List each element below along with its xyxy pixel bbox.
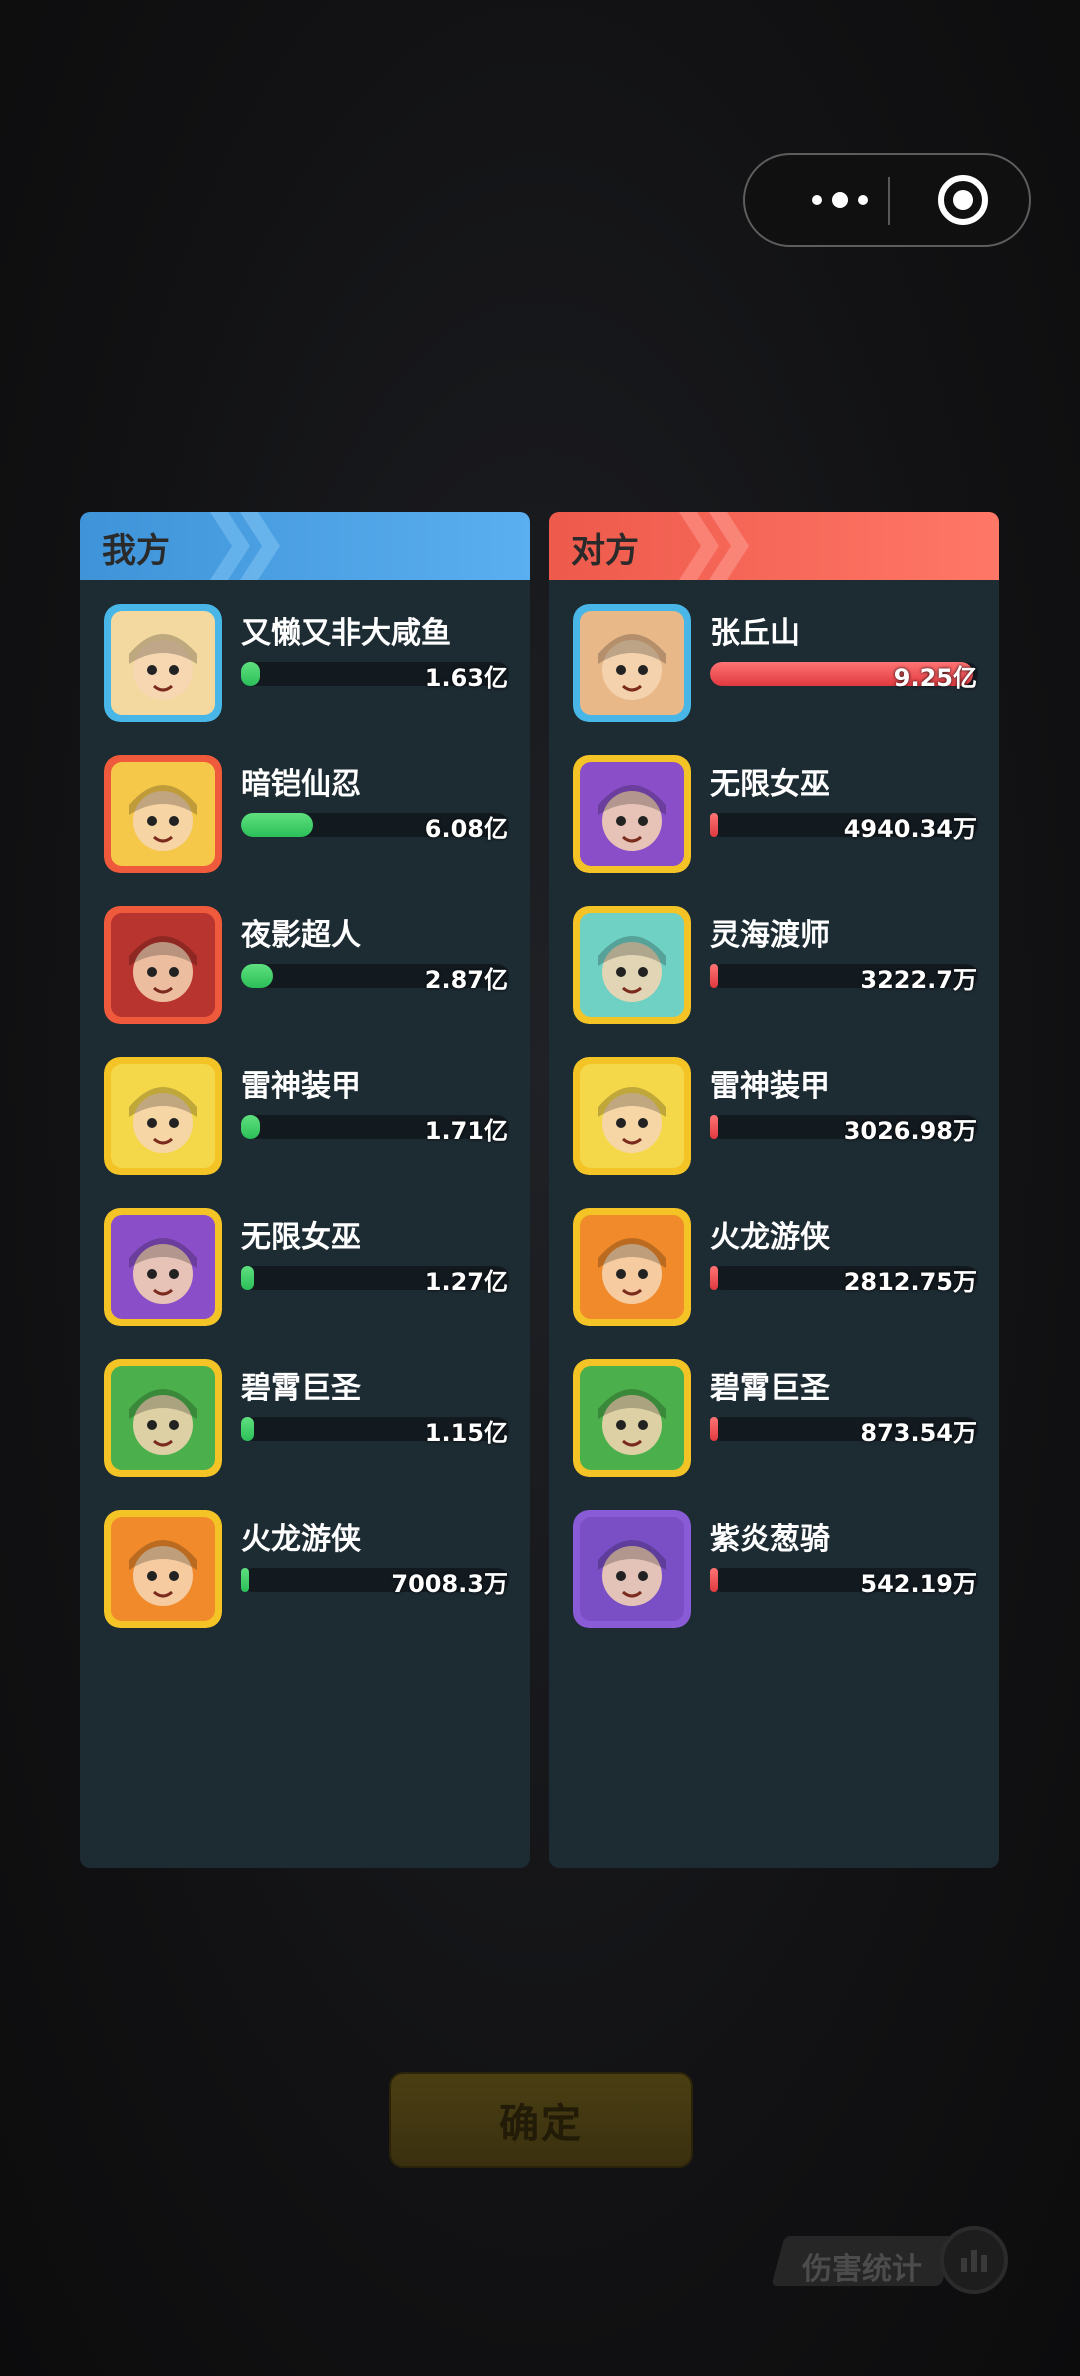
damage-bar-fill (241, 1568, 249, 1592)
damage-stats-button[interactable]: 伤害统计 (771, 2226, 1018, 2294)
player-row[interactable]: 火龙游侠 2812.75万 (549, 1184, 999, 1334)
purple-flame-knight-avatar (573, 1510, 691, 1628)
player-name: 碧霄巨圣 (710, 1371, 830, 1406)
damage-bar-fill (710, 813, 718, 837)
player-name: 碧霄巨圣 (241, 1371, 361, 1406)
our-team-panel: 我方 又懒又非大咸鱼 1.63亿暗铠仙忍 6.08亿夜影超人 2.87亿雷神装甲 1.7… (80, 512, 530, 1868)
damage-value: 6.08亿 (424, 815, 508, 843)
damage-bar-fill (241, 662, 260, 686)
spirit-sea-master-avatar (573, 906, 691, 1024)
fire-dragon-ranger-avatar (104, 1510, 222, 1628)
more-dots-icon[interactable] (785, 155, 895, 245)
damage-bar-fill (241, 964, 273, 988)
damage-bar-fill (710, 1266, 718, 1290)
damage-bar-fill (241, 1115, 260, 1139)
player-name: 火龙游侠 (241, 1522, 361, 1557)
damage-bar-fill (710, 1417, 718, 1441)
damage-bar-fill (241, 813, 313, 837)
our-team-header: 我方 (80, 512, 530, 580)
player-name: 雷神装甲 (241, 1069, 361, 1104)
player-row[interactable]: 雷神装甲 3026.98万 (549, 1033, 999, 1183)
confirm-button-label: 确定 (499, 2101, 583, 2147)
player-row[interactable]: 紫炎葱骑 542.19万 (549, 1486, 999, 1636)
player-row[interactable]: 暗铠仙忍 6.08亿 (80, 731, 530, 881)
mini-program-capsule (743, 153, 1031, 247)
player-row[interactable]: 火龙游侠 7008.3万 (80, 1486, 530, 1636)
enemy-team-title: 对方 (571, 531, 639, 571)
dark-armor-ninja-avatar (104, 755, 222, 873)
jade-giant-saint-avatar (104, 1359, 222, 1477)
thunder-armor-avatar (104, 1057, 222, 1175)
jade-giant-saint-avatar (573, 1359, 691, 1477)
thunder-armor-avatar (573, 1057, 691, 1175)
damage-value: 1.27亿 (424, 1268, 508, 1296)
damage-value: 542.19万 (860, 1570, 977, 1598)
player-name: 又懒又非大咸鱼 (241, 616, 451, 651)
damage-value: 3222.7万 (860, 966, 977, 994)
damage-value: 2.87亿 (424, 966, 508, 994)
zhang-qiushan-avatar (573, 604, 691, 722)
damage-bar-fill (241, 1417, 254, 1441)
chevron-icon (240, 512, 280, 580)
enemy-team-panel: 对方 张丘山 9.25亿无限女巫 4940.34万灵海渡师 3222.7万雷神装甲 30… (549, 512, 999, 1868)
straw-hat-farmer-avatar (104, 604, 222, 722)
confirm-button[interactable]: 确定 (389, 2072, 693, 2168)
fire-dragon-ranger-avatar (573, 1208, 691, 1326)
target-circle-icon[interactable] (938, 175, 988, 225)
player-name: 火龙游侠 (710, 1220, 830, 1255)
damage-value: 4940.34万 (843, 815, 977, 843)
damage-bar-fill (710, 1568, 718, 1592)
damage-bar-fill (241, 1266, 254, 1290)
player-name: 紫炎葱骑 (710, 1522, 830, 1557)
player-row[interactable]: 无限女巫 1.27亿 (80, 1184, 530, 1334)
damage-bar-fill (710, 1115, 718, 1139)
damage-stats-label: 伤害统计 (802, 2252, 922, 2287)
player-row[interactable]: 夜影超人 2.87亿 (80, 882, 530, 1032)
player-name: 无限女巫 (710, 767, 830, 802)
bar-chart-icon (940, 2226, 1008, 2294)
damage-value: 1.71亿 (424, 1117, 508, 1145)
infinity-witch-avatar (104, 1208, 222, 1326)
damage-value: 3026.98万 (843, 1117, 977, 1145)
capsule-divider (888, 177, 890, 225)
chevron-icon (709, 512, 749, 580)
night-shadow-hero-avatar (104, 906, 222, 1024)
player-row[interactable]: 无限女巫 4940.34万 (549, 731, 999, 881)
damage-value: 7008.3万 (391, 1570, 508, 1598)
player-name: 夜影超人 (241, 918, 361, 953)
player-name: 雷神装甲 (710, 1069, 830, 1104)
player-row[interactable]: 碧霄巨圣 873.54万 (549, 1335, 999, 1485)
player-row[interactable]: 张丘山 9.25亿 (549, 580, 999, 730)
player-row[interactable]: 雷神装甲 1.71亿 (80, 1033, 530, 1183)
damage-value: 1.63亿 (424, 664, 508, 692)
damage-value: 9.25亿 (893, 664, 977, 692)
damage-bar-fill (710, 964, 718, 988)
player-name: 暗铠仙忍 (241, 767, 361, 802)
our-team-title: 我方 (102, 531, 170, 571)
player-name: 张丘山 (710, 616, 800, 651)
player-row[interactable]: 又懒又非大咸鱼 1.63亿 (80, 580, 530, 730)
infinity-witch-avatar (573, 755, 691, 873)
player-name: 灵海渡师 (710, 918, 830, 953)
player-row[interactable]: 碧霄巨圣 1.15亿 (80, 1335, 530, 1485)
damage-value: 1.15亿 (424, 1419, 508, 1447)
player-row[interactable]: 灵海渡师 3222.7万 (549, 882, 999, 1032)
enemy-team-header: 对方 (549, 512, 999, 580)
damage-value: 2812.75万 (843, 1268, 977, 1296)
damage-value: 873.54万 (860, 1419, 977, 1447)
player-name: 无限女巫 (241, 1220, 361, 1255)
